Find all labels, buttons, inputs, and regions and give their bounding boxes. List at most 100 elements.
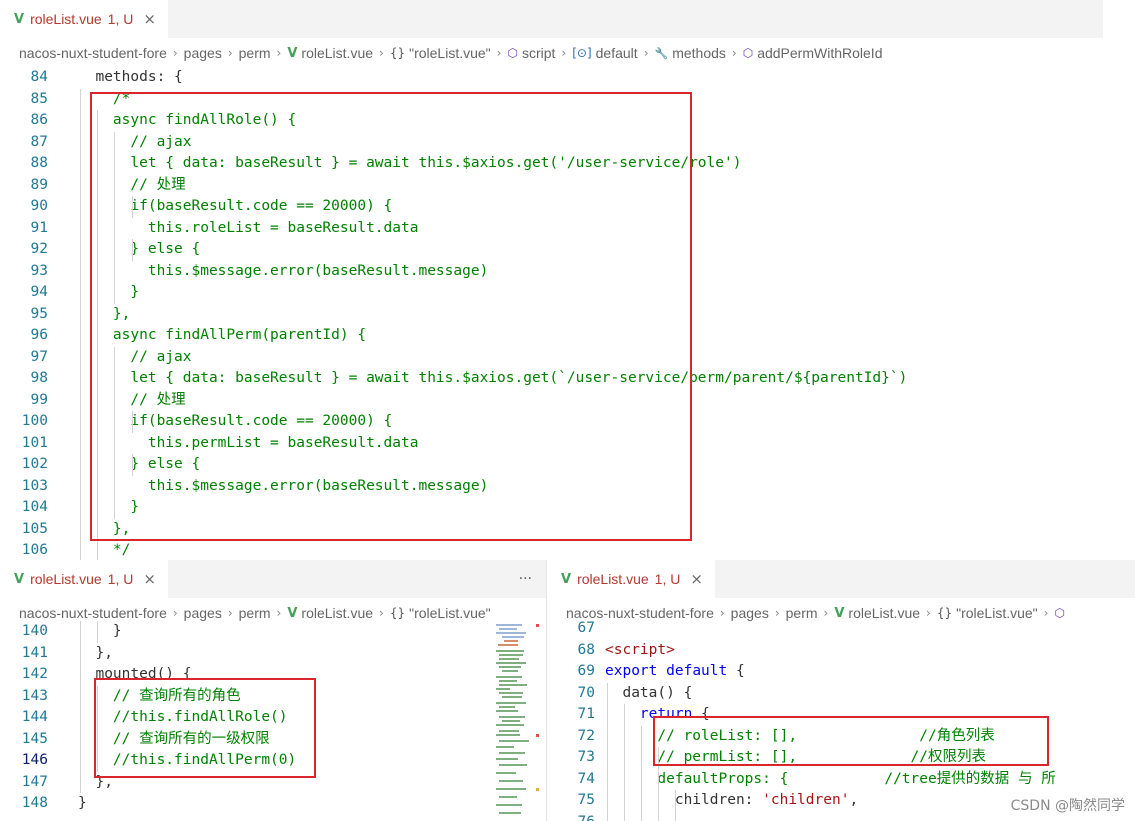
chevron-right-icon: › — [379, 606, 384, 620]
chevron-right-icon: › — [643, 46, 649, 60]
line-number: 87 — [30, 133, 48, 150]
minimap-graphic — [496, 624, 539, 814]
tab-rolelist-right[interactable]: V roleList.vue 1, U × — [547, 560, 715, 598]
chevron-right-icon: › — [276, 606, 282, 620]
chevron-right-icon: › — [379, 46, 384, 60]
chevron-right-icon: › — [227, 606, 233, 620]
breadcrumb-item[interactable]: pages — [184, 605, 222, 621]
bottom-right-tab-bar: V roleList.vue 1, U × — [547, 560, 1135, 598]
breadcrumb-item[interactable]: perm — [239, 45, 271, 61]
line-number: 101 — [21, 434, 48, 451]
close-icon[interactable]: × — [143, 570, 156, 588]
tab-status: 1, U — [654, 571, 681, 587]
highlight-box — [653, 716, 1049, 766]
code-text: children: 'children', — [605, 792, 859, 808]
breadcrumb-item[interactable]: addPermWithRoleId — [757, 45, 882, 61]
tab-filename: roleList.vue — [30, 11, 102, 27]
breadcrumb-item[interactable]: perm — [239, 605, 271, 621]
tab-rolelist-left[interactable]: V roleList.vue 1, U × — [0, 560, 168, 598]
line-number: 94 — [30, 284, 48, 300]
highlight-box — [94, 678, 316, 778]
chevron-right-icon: › — [172, 606, 178, 620]
line-number: 146 — [21, 752, 48, 768]
breadcrumb-item[interactable]: "roleList.vue" — [409, 605, 491, 621]
vue-logo-icon: V — [14, 11, 25, 27]
line-number: 147 — [21, 773, 48, 790]
line-number: 91 — [30, 219, 48, 236]
line-number: 97 — [30, 348, 48, 365]
code-text: } — [78, 623, 122, 639]
braces-icon: {} — [389, 46, 406, 60]
line-number: 71 — [577, 706, 595, 722]
tab-filename: roleList.vue — [577, 571, 649, 587]
indent-guide — [80, 88, 81, 560]
code-text: export default { — [605, 663, 745, 679]
breadcrumb-item[interactable]: roleList.vue — [301, 605, 373, 621]
close-icon[interactable]: × — [690, 570, 703, 588]
vue-logo-icon: V — [561, 571, 572, 587]
close-icon[interactable]: × — [143, 10, 156, 28]
line-number: 105 — [21, 520, 48, 537]
minimap[interactable] — [490, 622, 540, 821]
indent-guide — [97, 621, 98, 643]
line-number: 92 — [30, 241, 48, 257]
line-number: 96 — [30, 327, 48, 343]
indent-guide — [641, 725, 642, 821]
chevron-right-icon: › — [172, 46, 178, 60]
line-number: 140 — [21, 623, 48, 639]
tab-rolelist-top[interactable]: V roleList.vue 1, U × — [0, 0, 168, 38]
chevron-right-icon: › — [731, 46, 737, 60]
code-line[interactable]: 67 — [547, 618, 1135, 640]
line-number: 93 — [30, 262, 48, 279]
code-line[interactable]: 84 methods: { — [0, 67, 1103, 89]
code-line[interactable]: 148} — [0, 793, 546, 815]
breadcrumb-item[interactable]: roleList.vue — [301, 45, 373, 61]
line-number: 106 — [21, 542, 48, 558]
braces-icon: {} — [389, 606, 406, 620]
breadcrumb-item[interactable]: methods — [672, 45, 726, 61]
breadcrumb-item[interactable]: "roleList.vue" — [409, 45, 491, 61]
line-number: 142 — [21, 666, 48, 682]
code-line[interactable]: 141 }, — [0, 643, 546, 665]
line-number: 102 — [21, 456, 48, 472]
line-number: 70 — [577, 684, 595, 701]
line-number: 85 — [30, 90, 48, 107]
line-number: 90 — [30, 198, 48, 214]
line-number: 73 — [577, 749, 595, 765]
line-number: 67 — [577, 620, 595, 636]
breadcrumb: nacos-nuxt-student-fore › pages › perm › Vrole… — [0, 38, 1103, 68]
code-line[interactable]: 74 defaultProps: { //tree提供的数据 与 所 — [547, 769, 1135, 791]
cube-icon: ⬡ — [507, 46, 518, 60]
line-number: 143 — [21, 687, 48, 704]
code-line[interactable]: 140 } — [0, 621, 546, 643]
line-number: 75 — [577, 792, 595, 808]
breadcrumb-item[interactable]: default — [596, 45, 638, 61]
vue-logo-icon: V — [287, 45, 298, 61]
line-number: 89 — [30, 176, 48, 193]
code-line[interactable]: 106 */ — [0, 540, 1103, 560]
line-number: 76 — [547, 812, 595, 821]
breadcrumb-item[interactable]: pages — [184, 45, 222, 61]
breadcrumb-item[interactable]: nacos-nuxt-student-fore — [19, 45, 167, 61]
line-number: 148 — [21, 795, 48, 811]
tab-filename: roleList.vue — [30, 571, 102, 587]
code-text: <script> — [605, 641, 675, 658]
more-actions-icon[interactable]: ··· — [519, 571, 532, 587]
breadcrumb-item[interactable]: script — [522, 45, 555, 61]
chevron-right-icon: › — [227, 46, 233, 60]
line-number: 95 — [30, 305, 48, 322]
code-line[interactable]: 70 data() { — [547, 683, 1135, 705]
line-number: 84 — [30, 69, 48, 85]
code-text: } — [78, 795, 87, 811]
bottom-left-tab-bar: V roleList.vue 1, U × ··· — [0, 560, 546, 598]
code-line[interactable]: 68 <script> — [547, 640, 1135, 662]
variable-icon: [⊙] — [572, 46, 592, 60]
chevron-right-icon: › — [561, 46, 567, 60]
bottom-right-editor-pane: V roleList.vue 1, U × nacos-nuxt-student… — [547, 560, 1135, 821]
bottom-left-editor-pane: V roleList.vue 1, U × ··· nacos-nuxt-stu… — [0, 560, 546, 821]
breadcrumb-item[interactable]: nacos-nuxt-student-fore — [19, 605, 167, 621]
code-line[interactable]: 69 export default { — [547, 661, 1135, 683]
tab-status: 1, U — [107, 571, 134, 587]
line-number: 88 — [30, 155, 48, 171]
code-text: }, — [78, 644, 113, 661]
